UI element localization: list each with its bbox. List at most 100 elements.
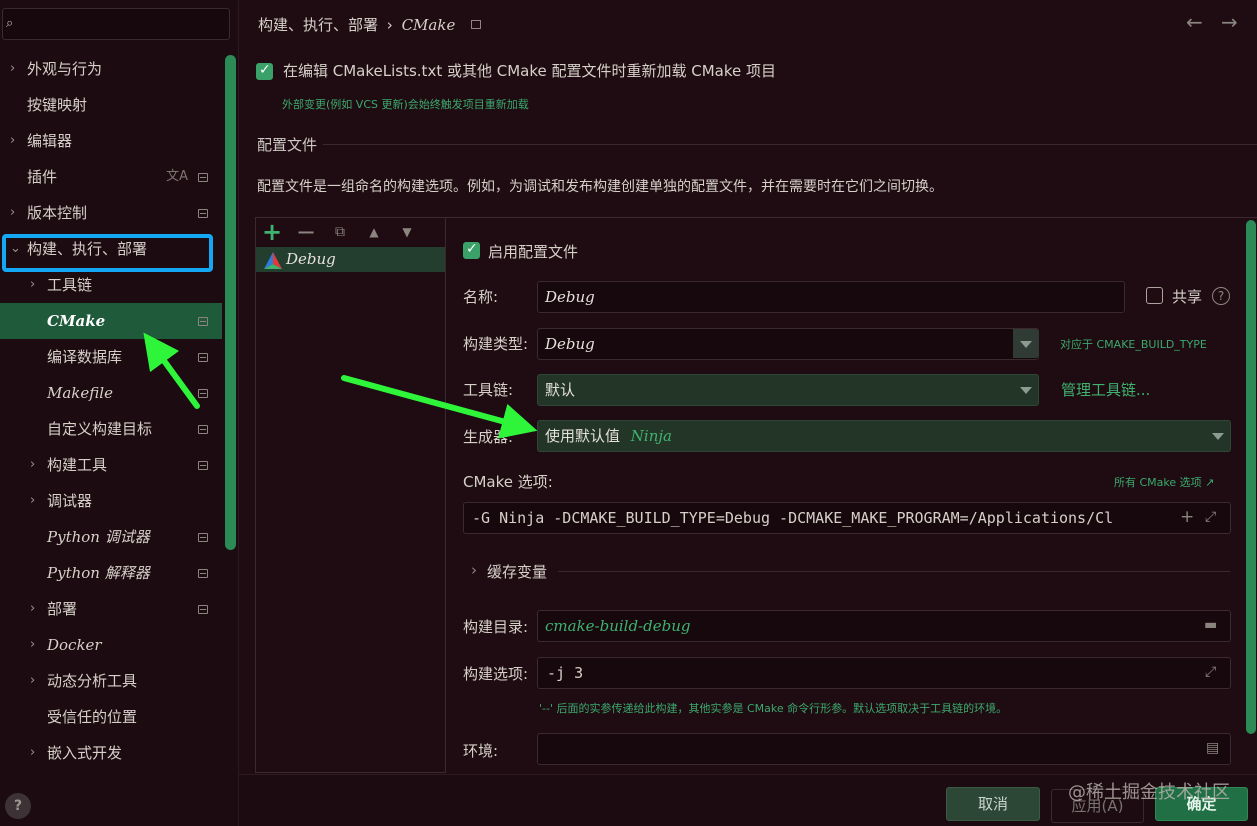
move-up-icon[interactable]: ▲ [364,222,384,242]
help-icon[interactable]: ? [1212,287,1230,305]
cmake-icon [264,252,282,269]
generator-default: Ninja [630,427,672,445]
chevron-right-icon[interactable]: › [30,627,42,663]
sidebar-item-label: 构建工具 [47,456,108,474]
reload-hint: 外部变更(例如 VCS 更新)会始终触发项目重新加载 [282,98,529,111]
plus-icon[interactable]: + [1180,507,1194,527]
main-scrollbar[interactable] [1246,220,1256,734]
chevron-right-icon[interactable]: › [30,447,42,483]
reload-checkbox[interactable] [256,62,273,80]
sidebar-item-3[interactable]: 插件 文A [0,159,222,195]
chevron-right-icon[interactable]: › [10,195,22,231]
generator-label: 生成器: [463,428,514,446]
generator-dropdown[interactable]: 使用默认值 Ninja [537,420,1231,452]
cmake-options-field[interactable]: -G Ninja -DCMAKE_BUILD_TYPE=Debug -DCMAK… [463,502,1231,534]
build-dir-label: 构建目录: [463,618,529,636]
sidebar-item-18[interactable]: 受信任的位置 [0,699,222,735]
sidebar-item-0[interactable]: › 外观与行为 [0,51,222,87]
all-cmake-options-link[interactable]: 所有 CMake 选项 ↗ [1114,474,1214,490]
project-scope-icon [198,425,208,434]
copy-profile-icon[interactable]: ⧉ [330,222,350,242]
folder-icon[interactable]: ▬ [1204,617,1217,633]
profiles-section-description: 配置文件是一组命名的构建选项。例如，为调试和发布构建创建单独的配置文件，并在需要… [257,179,943,195]
highlight-box-annotation [2,234,213,272]
sidebar-item-14[interactable]: Python 解释器 [0,555,222,591]
project-scope-icon [198,533,208,542]
move-down-icon[interactable]: ▼ [397,222,417,242]
sidebar-scrollbar[interactable] [225,55,236,550]
toolchain-dropdown[interactable]: 默认 [537,374,1039,406]
sidebar-item-7[interactable]: CMake [0,303,222,339]
build-options-field[interactable]: -j 3 [537,657,1231,689]
manage-toolchains-link[interactable]: 管理工具链... [1061,379,1150,400]
sidebar-item-13[interactable]: Python 调试器 [0,519,222,555]
cancel-button[interactable]: 取消 [946,787,1040,821]
profile-list-item[interactable] [256,247,445,272]
sidebar-item-label: 自定义构建目标 [47,420,153,438]
toolchain-label: 工具链: [463,381,514,399]
project-scope-icon [471,20,481,29]
sidebar-item-6[interactable]: › 工具链 [0,267,222,303]
chevron-down-icon [1020,387,1032,394]
build-type-dropdown-button[interactable] [1013,329,1039,358]
sidebar-item-11[interactable]: › 构建工具 [0,447,222,483]
sidebar-item-label: Docker [47,636,102,654]
sidebar-item-19[interactable]: › 嵌入式开发 [0,735,222,771]
chevron-right-icon[interactable]: › [30,591,42,627]
sidebar-item-label: 部署 [47,600,78,618]
sidebar-item-17[interactable]: › 动态分析工具 [0,663,222,699]
chevron-right-icon[interactable]: › [10,51,22,87]
sidebar-item-4[interactable]: › 版本控制 [0,195,222,231]
chevron-right-icon[interactable]: › [30,663,42,699]
sidebar-item-2[interactable]: › 编辑器 [0,123,222,159]
project-scope-icon [198,173,208,182]
breadcrumb-parent[interactable]: 构建、执行、部署 [258,16,378,34]
sidebar-item-16[interactable]: › Docker [0,627,222,663]
chevron-right-icon[interactable]: › [30,267,42,303]
translate-icon: 文A [166,169,188,184]
expand-icon[interactable]: ⤢ [1205,664,1216,680]
chevron-right-icon[interactable]: › [10,123,22,159]
cache-variables-toggle[interactable]: 缓存变量 [487,561,547,582]
sidebar-item-label: 受信任的位置 [47,708,138,726]
enable-profile-label: 启用配置文件 [488,243,579,261]
sidebar-item-label: 外观与行为 [27,60,103,78]
expand-icon[interactable]: ⤢ [1205,509,1216,525]
sidebar-item-8[interactable]: 编译数据库 [0,339,222,375]
project-scope-icon [198,353,208,362]
sidebar-item-label: 调试器 [47,492,93,510]
remove-profile-icon[interactable]: − [296,220,316,244]
environment-field[interactable] [537,733,1231,765]
sidebar-item-12[interactable]: › 调试器 [0,483,222,519]
chevron-right-icon[interactable]: › [30,483,42,519]
environment-label: 环境: [463,742,499,760]
chevron-right-icon[interactable]: › [471,561,477,579]
build-type-combobox[interactable]: Debug [537,328,1039,360]
watermark: @稀土掘金技术社区 [1068,782,1230,803]
sidebar-item-15[interactable]: › 部署 [0,591,222,627]
sidebar-item-1[interactable]: 按键映射 [0,87,222,123]
share-label: 共享 [1172,288,1203,306]
document-icon[interactable]: ▤ [1206,740,1219,756]
add-profile-icon[interactable]: + [262,220,282,244]
enable-profile-checkbox[interactable] [463,241,480,259]
forward-arrow-icon[interactable]: → [1221,10,1238,34]
share-checkbox[interactable] [1146,287,1163,304]
sidebar-item-9[interactable]: Makefile [0,375,222,411]
build-type-label: 构建类型: [463,335,529,353]
name-field[interactable]: Debug [537,281,1125,313]
project-scope-icon [198,461,208,470]
build-dir-field[interactable]: cmake-build-debug [537,610,1231,642]
settings-search-input[interactable]: ⌕ [2,8,230,40]
build-type-hint: 对应于 CMAKE_BUILD_TYPE [1060,338,1207,351]
sidebar-item-label: 工具链 [47,276,93,294]
back-arrow-icon[interactable]: ← [1186,10,1203,34]
project-scope-icon [198,317,208,326]
toolchain-value: 默认 [545,381,576,399]
sidebar-item-10[interactable]: 自定义构建目标 [0,411,222,447]
chevron-right-icon[interactable]: › [30,735,42,771]
sidebar-item-label: 编辑器 [27,132,73,150]
project-scope-icon [198,389,208,398]
help-button[interactable]: ? [5,793,31,819]
breadcrumb-separator: › [386,16,393,34]
